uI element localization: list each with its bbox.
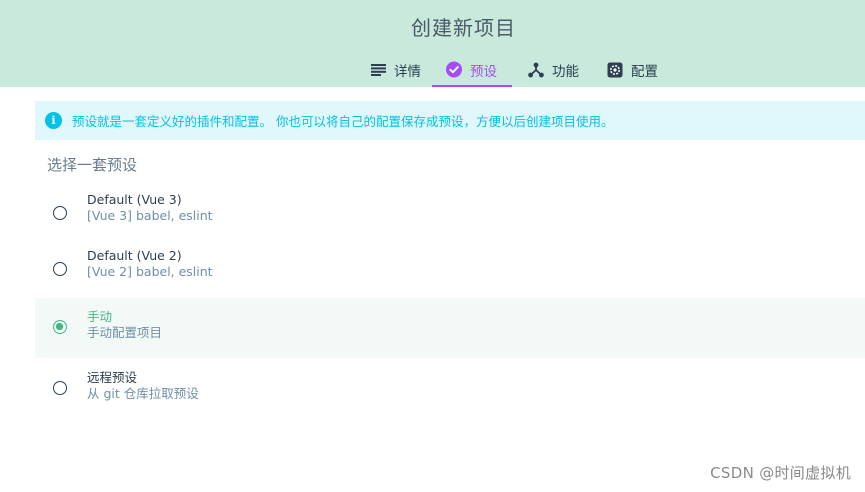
preset-description: [Vue 2] babel, eslint xyxy=(87,264,213,279)
preset-description: 从 git 仓库拉取预设 xyxy=(87,386,199,401)
tab-label: 详情 xyxy=(394,63,421,80)
header: 创建新项目 详情 预设 功能 配置 xyxy=(0,0,865,87)
preset-option-selected[interactable]: 手动 手动配置项目 xyxy=(35,298,865,358)
tab-features[interactable]: 功能 xyxy=(514,52,593,87)
preset-description: [Vue 3] babel, eslint xyxy=(87,208,213,223)
tab-label: 配置 xyxy=(631,63,658,80)
preset-name: Default (Vue 3) xyxy=(87,192,182,207)
watermark: CSDN @时间虚拟机 xyxy=(710,464,851,482)
page-title: 创建新项目 xyxy=(411,16,516,40)
preset-option[interactable]: 远程预设 从 git 仓库拉取预设 xyxy=(35,359,865,419)
preset-option[interactable]: Default (Vue 2) [Vue 2] babel, eslint xyxy=(35,240,865,300)
gear-icon xyxy=(607,62,623,78)
tab-bar: 详情 预设 功能 配置 xyxy=(0,52,865,87)
tab-config[interactable]: 配置 xyxy=(593,52,672,87)
section-title: 选择一套预设 xyxy=(47,156,138,174)
preset-description: 手动配置项目 xyxy=(87,325,163,340)
info-icon: i xyxy=(45,112,62,129)
radio-button[interactable] xyxy=(53,262,67,276)
tab-details[interactable]: 详情 xyxy=(356,52,435,87)
info-banner: i 预设就是一套定义好的插件和配置。 你也可以将自己的配置保存成预设，方便以后创… xyxy=(35,101,865,140)
preset-option[interactable]: Default (Vue 3) [Vue 3] babel, eslint xyxy=(35,184,865,244)
info-text: 预设就是一套定义好的插件和配置。 你也可以将自己的配置保存成预设，方便以后创建项… xyxy=(72,114,614,129)
tab-presets[interactable]: 预设 xyxy=(432,52,512,87)
radio-button[interactable] xyxy=(53,381,67,395)
tab-label: 功能 xyxy=(552,63,579,80)
radio-button-checked[interactable] xyxy=(53,320,67,334)
preset-name: Default (Vue 2) xyxy=(87,248,182,263)
check-circle-icon xyxy=(446,61,462,78)
radio-button[interactable] xyxy=(53,206,67,220)
tab-label: 预设 xyxy=(470,63,497,80)
branch-icon xyxy=(528,62,544,78)
list-icon xyxy=(370,62,386,78)
